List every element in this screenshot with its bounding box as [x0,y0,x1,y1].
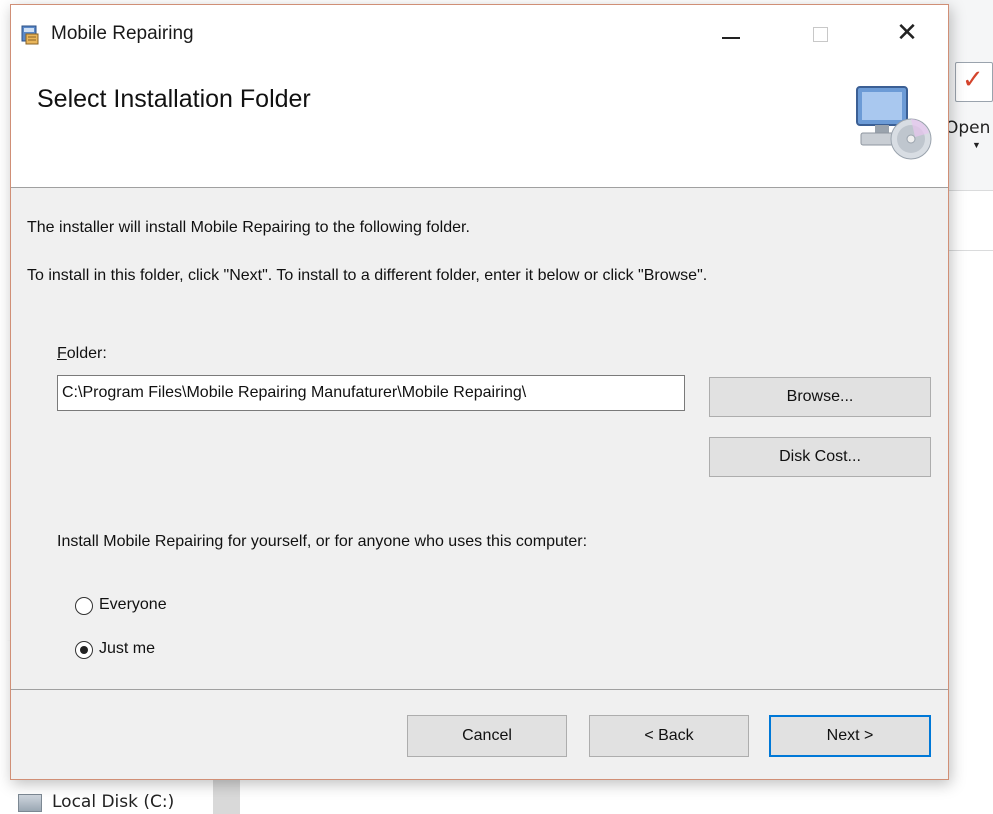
folder-label-text: older: [66,345,107,362]
page-title: Select Installation Folder [37,85,311,113]
minimize-button[interactable] [699,5,759,61]
wizard-header: Select Installation Folder [11,61,948,188]
radio-everyone-label[interactable]: Everyone [99,596,167,614]
next-button[interactable]: Next > [769,715,931,757]
disk-cost-button[interactable]: Disk Cost... [709,437,931,477]
install-for-prompt: Install Mobile Repairing for yourself, o… [57,533,588,550]
open-with-icon[interactable]: ✓ [955,62,993,102]
nav-scrollbar[interactable] [213,778,240,814]
folder-label: Folder: [57,345,107,363]
drive-icon [18,794,42,812]
description-line-2: To install in this folder, click "Next".… [27,267,708,284]
radio-just-me-circle[interactable] [75,641,93,659]
nav-item-local-disk[interactable]: Local Disk (C:) [52,792,174,812]
radio-everyone-circle[interactable] [75,597,93,615]
maximize-button[interactable] [789,5,849,61]
chevron-down-icon[interactable]: ▼ [972,140,981,150]
title-bar[interactable]: Mobile Repairing ✕ [11,5,948,61]
minimize-icon [722,37,740,39]
folder-path-input[interactable] [57,375,685,411]
installer-dialog: Mobile Repairing ✕ Select Installation F… [10,4,949,780]
installer-app-icon [21,25,39,45]
folder-label-mnemonic: F [57,345,67,362]
ribbon-open-label: Open [945,118,991,138]
computer-disc-icon [856,86,932,160]
browse-button[interactable]: Browse... [709,377,931,417]
window-title: Mobile Repairing [51,23,194,44]
back-button[interactable]: < Back [589,715,749,757]
checkmark-icon: ✓ [962,65,984,95]
close-icon: ✕ [896,18,918,48]
description-line-1: The installer will install Mobile Repair… [27,219,470,236]
footer-divider [11,689,948,690]
maximize-icon [813,27,828,42]
cancel-button[interactable]: Cancel [407,715,567,757]
radio-just-me-label[interactable]: Just me [99,640,155,658]
close-button[interactable]: ✕ [877,5,937,61]
